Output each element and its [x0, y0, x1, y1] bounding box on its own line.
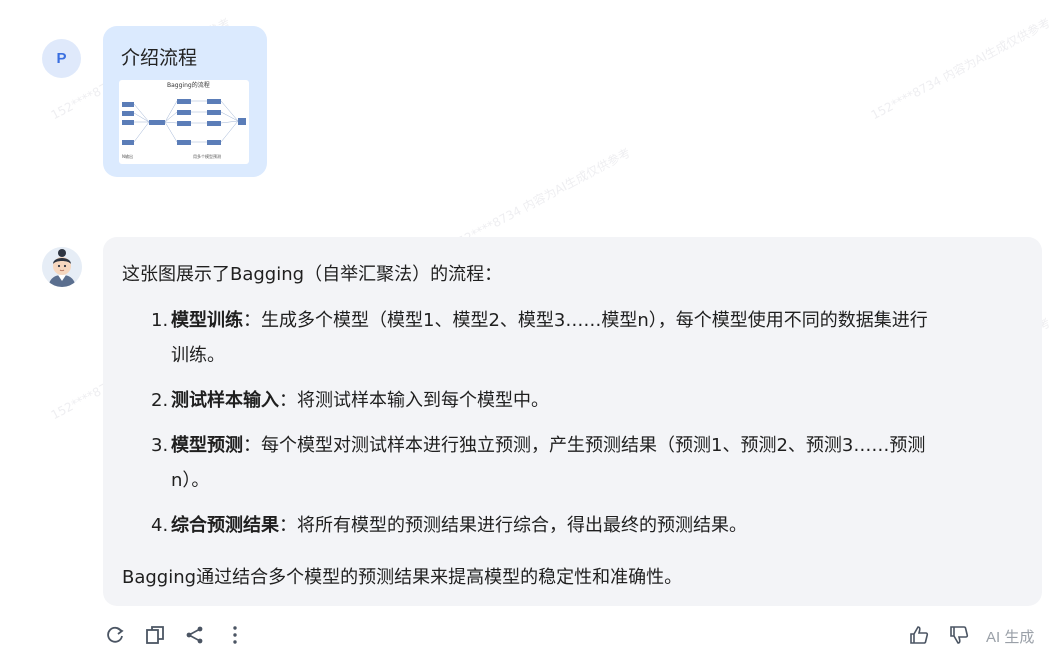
more-icon[interactable] — [224, 624, 246, 646]
assistant-message-bubble: 这张图展示了Bagging（自举汇聚法）的流程： 1. 模型训练：生成多个模型（模… — [103, 237, 1042, 606]
list-item-title: 模型预测 — [171, 435, 243, 456]
assistant-avatar — [42, 247, 82, 287]
list-item-title: 测试样本输入 — [171, 390, 279, 411]
list-item: 1. 模型训练：生成多个模型（模型1、模型2、模型3……模型n），每个模型使用不同… — [151, 303, 928, 373]
list-item: 2. 测试样本输入：将测试样本输入到每个模型中。 — [151, 383, 549, 418]
list-item-text: ：将所有模型的预测结果进行综合，得出最终的预测结果。 — [279, 515, 747, 536]
list-item-title: 综合预测结果 — [171, 515, 279, 536]
list-item-number: 4. — [151, 515, 169, 536]
list-item-continuation: 训练。 — [171, 345, 225, 366]
thumbnail-label-left: N输出 — [122, 153, 133, 159]
assistant-summary-text: Bagging通过结合多个模型的预测结果来提高模型的稳定性和准确性。 — [122, 567, 683, 588]
list-item: 4. 综合预测结果：将所有模型的预测结果进行综合，得出最终的预测结果。 — [151, 508, 747, 543]
list-item-title: 模型训练 — [171, 310, 243, 331]
attached-image-thumbnail[interactable]: Bagging的流程 N输出 用多个模型预测 — [119, 80, 249, 164]
list-item: 3. 模型预测：每个模型对测试样本进行独立预测，产生预测结果（预测1、预测2、预测… — [151, 428, 925, 498]
user-message-text: 介绍流程 — [121, 47, 198, 69]
assistant-avatar-illustration — [42, 247, 82, 287]
bagging-flow-thumbnail-diagram: Bagging的流程 N输出 用多个模型预测 — [122, 81, 246, 159]
thumbnail-title: Bagging的流程 — [167, 81, 210, 89]
list-item-text: ：将测试样本输入到每个模型中。 — [279, 390, 549, 411]
user-message-bubble: 介绍流程 Bagging的流程 N输出 用多个模型预测 — [103, 26, 267, 177]
share-icon[interactable] — [184, 624, 206, 646]
watermark: 152****8734 内容为AI生成仅供参考 — [868, 15, 1052, 123]
list-item-continuation: n）。 — [171, 470, 210, 491]
list-item-number: 3. — [151, 435, 169, 456]
thumbs-up-icon[interactable] — [908, 624, 930, 646]
user-avatar-letter: P — [56, 50, 67, 67]
assistant-intro-text: 这张图展示了Bagging（自举汇聚法）的流程： — [122, 264, 503, 285]
user-avatar: P — [42, 39, 81, 78]
list-item-text: ：生成多个模型（模型1、模型2、模型3……模型n），每个模型使用不同的数据集进行 — [243, 310, 928, 331]
thumbs-down-icon[interactable] — [948, 624, 970, 646]
list-item-text: ：每个模型对测试样本进行独立预测，产生预测结果（预测1、预测2、预测3……预测 — [243, 435, 926, 456]
thumbnail-label-right: 用多个模型预测 — [193, 153, 221, 159]
list-item-number: 1. — [151, 310, 169, 331]
list-item-number: 2. — [151, 390, 169, 411]
ai-generated-label: AI 生成 — [986, 629, 1035, 646]
refresh-icon[interactable] — [104, 624, 126, 646]
copy-icon[interactable] — [144, 624, 166, 646]
